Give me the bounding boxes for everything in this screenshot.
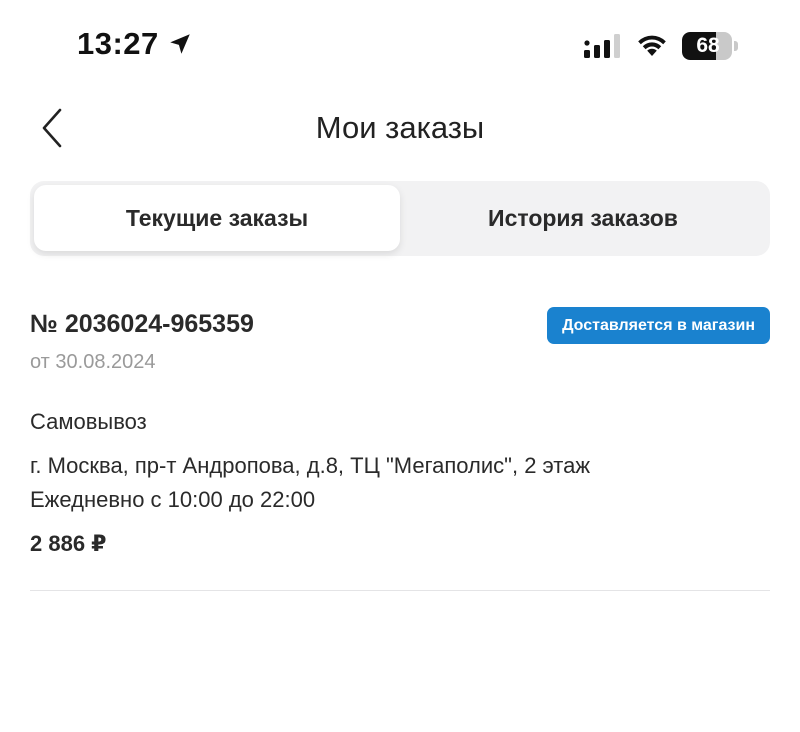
status-time: 13:27 — [77, 26, 159, 61]
wifi-icon — [636, 33, 668, 59]
pickup-address: г. Москва, пр-т Андропова, д.8, ТЦ "Мега… — [30, 453, 591, 478]
divider — [30, 590, 770, 591]
status-bar: 13:27 68 — [0, 0, 800, 96]
status-badge: Доставляется в магазин — [547, 307, 770, 344]
cellular-signal-icon — [584, 33, 622, 59]
status-time-group: 13:27 — [77, 26, 193, 62]
order-number: № 2036024-965359 — [30, 310, 254, 338]
tab-current-orders[interactable]: Текущие заказы — [34, 185, 400, 251]
location-arrow-icon — [167, 31, 193, 57]
orders-tabs: Текущие заказы История заказов — [30, 181, 770, 256]
order-total: 2 886 ₽ — [30, 531, 107, 556]
pickup-hours: Ежедневно с 10:00 до 22:00 — [30, 487, 316, 512]
tab-order-history[interactable]: История заказов — [400, 185, 766, 251]
status-indicators: 68 — [584, 32, 738, 60]
battery-cap — [734, 41, 738, 51]
battery-percent: 68 — [696, 34, 720, 57]
header: Мои заказы — [0, 96, 800, 166]
order-date: от 30.08.2024 — [30, 351, 156, 373]
battery-icon: 68 — [682, 32, 738, 60]
delivery-type: Самовывоз — [30, 409, 147, 434]
battery-body: 68 — [682, 32, 733, 60]
order-card[interactable]: № 2036024-965359 Доставляется в магазин … — [30, 300, 770, 592]
page-title: Мои заказы — [315, 110, 485, 145]
